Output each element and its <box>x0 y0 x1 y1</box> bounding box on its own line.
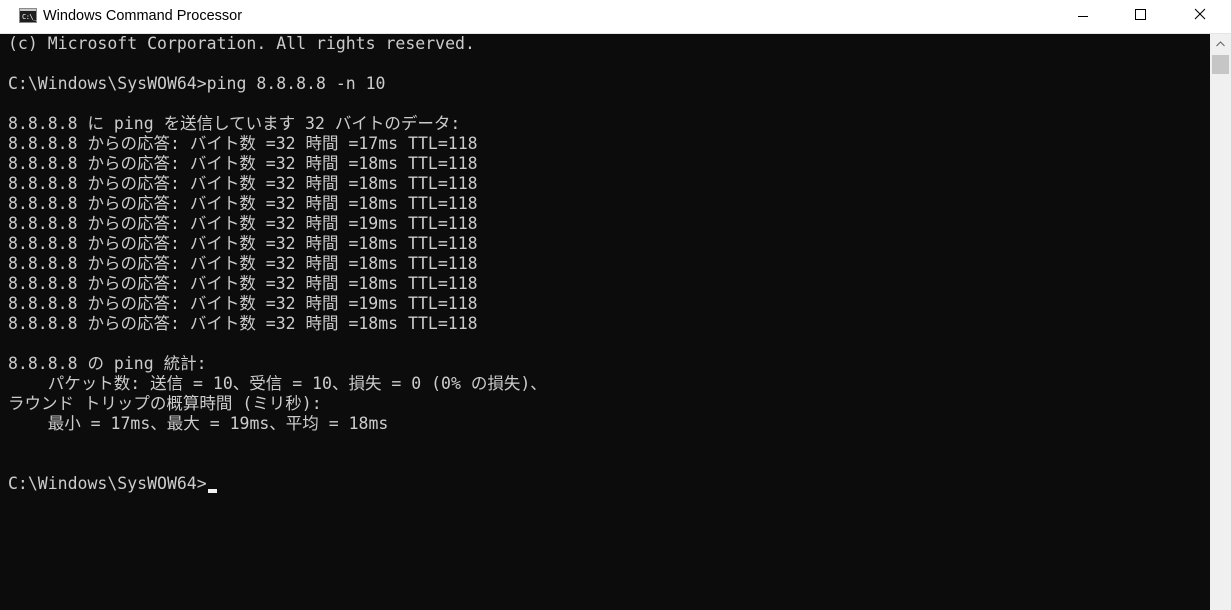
vertical-scrollbar[interactable] <box>1210 34 1231 610</box>
scroll-up-button[interactable] <box>1210 34 1231 54</box>
console-line: C:\Windows\SysWOW64>ping 8.8.8.8 -n 10 <box>8 74 386 93</box>
console-line: 8.8.8.8 からの応答: バイト数 =32 時間 =17ms TTL=118 <box>8 134 478 153</box>
minimize-icon <box>1078 16 1088 17</box>
console-line: 最小 = 17ms、最大 = 19ms、平均 = 18ms <box>8 414 389 433</box>
close-icon <box>1194 8 1206 20</box>
console-line: 8.8.8.8 からの応答: バイト数 =32 時間 =19ms TTL=118 <box>8 214 478 233</box>
console-line: 8.8.8.8 に ping を送信しています 32 バイトのデータ: <box>8 114 461 133</box>
console-line: 8.8.8.8 からの応答: バイト数 =32 時間 =18ms TTL=118 <box>8 274 478 293</box>
prompt-text: C:\Windows\SysWOW64> <box>8 474 207 493</box>
console-line: 8.8.8.8 からの応答: バイト数 =32 時間 =18ms TTL=118 <box>8 234 478 253</box>
console-line: 8.8.8.8 からの応答: バイト数 =32 時間 =18ms TTL=118 <box>8 154 478 173</box>
command-prompt-window: C:\_ Windows Command Processor (c) Micro… <box>0 0 1231 610</box>
chevron-up-icon <box>1216 41 1225 47</box>
console-output[interactable]: (c) Microsoft Corporation. All rights re… <box>0 34 1210 610</box>
scrollbar-thumb[interactable] <box>1212 55 1229 74</box>
console-line: 8.8.8.8 からの応答: バイト数 =32 時間 =18ms TTL=118 <box>8 194 478 213</box>
console-line: 8.8.8.8 からの応答: バイト数 =32 時間 =18ms TTL=118 <box>8 314 478 333</box>
console-line: (c) Microsoft Corporation. All rights re… <box>8 34 475 53</box>
app-icon-glyph: C:\_ <box>22 13 37 21</box>
console-line: 8.8.8.8 からの応答: バイト数 =32 時間 =18ms TTL=118 <box>8 174 478 193</box>
console-line: 8.8.8.8 からの応答: バイト数 =32 時間 =19ms TTL=118 <box>8 294 478 313</box>
text-cursor <box>207 489 217 493</box>
window-title: Windows Command Processor <box>43 8 243 24</box>
command-prompt-icon[interactable]: C:\_ <box>19 8 37 23</box>
console-line: パケット数: 送信 = 10、受信 = 10、損失 = 0 (0% の損失)、 <box>8 374 547 393</box>
command-prompt-line[interactable]: C:\Windows\SysWOW64> <box>8 474 547 494</box>
console-line: 8.8.8.8 からの応答: バイト数 =32 時間 =18ms TTL=118 <box>8 254 478 273</box>
console-line: ラウンド トリップの概算時間 (ミリ秒): <box>8 394 322 413</box>
console-lines: (c) Microsoft Corporation. All rights re… <box>8 34 547 494</box>
maximize-icon <box>1135 9 1146 20</box>
console-line: 8.8.8.8 の ping 統計: <box>8 354 207 373</box>
close-button[interactable] <box>1171 0 1231 33</box>
minimize-button[interactable] <box>1054 0 1112 33</box>
maximize-button[interactable] <box>1112 0 1170 33</box>
title-bar[interactable]: C:\_ Windows Command Processor <box>0 0 1231 34</box>
